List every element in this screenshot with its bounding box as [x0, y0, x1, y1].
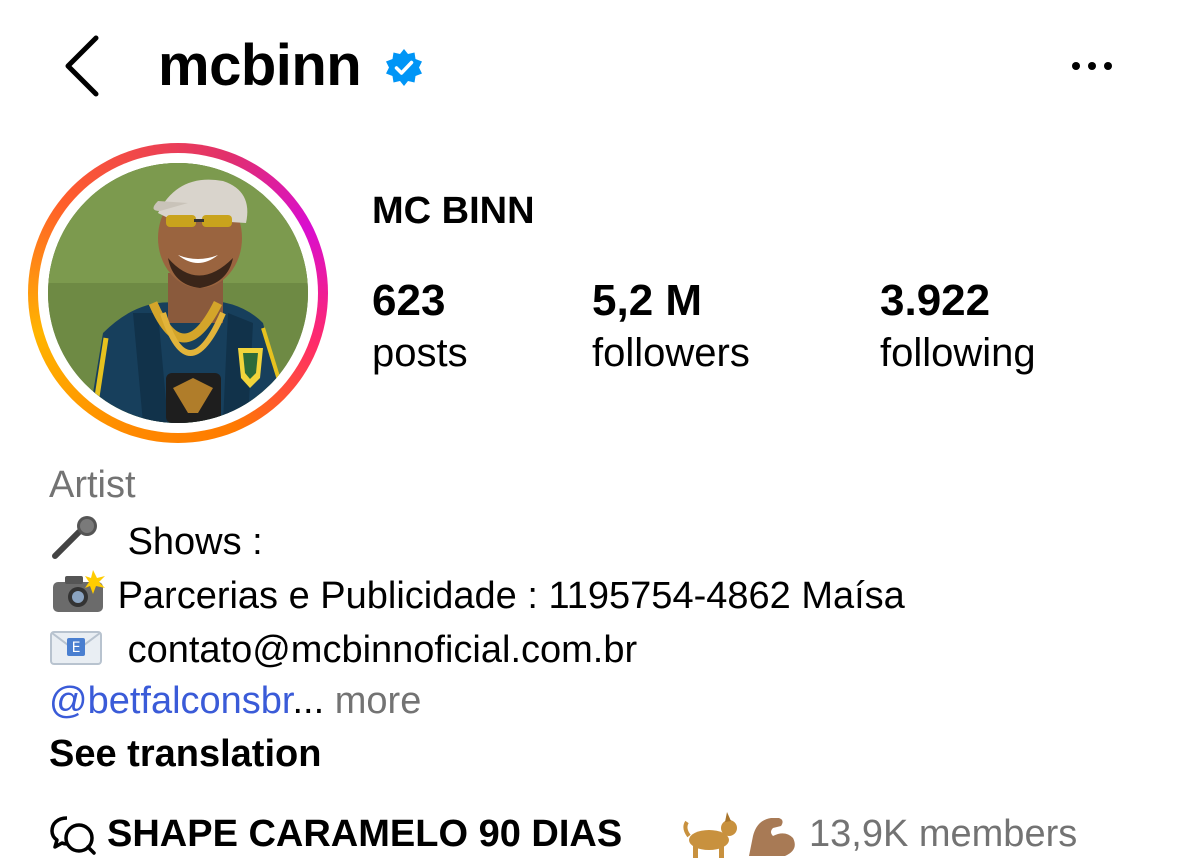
following-stat[interactable]: 3.922 following: [880, 275, 1036, 379]
following-label: following: [880, 331, 1036, 375]
channel-name: SHAPE CARAMELO 90 DIAS: [107, 813, 623, 855]
bio-partnerships-text: Parcerias e Publicidade : 1195754-4862 M…: [117, 575, 905, 617]
camera-flash-icon: [53, 570, 105, 612]
bio-email-link[interactable]: contato@mcbinnoficial.com.br: [128, 629, 638, 671]
bio-line-email: E contato@mcbinnoficial.com.br: [49, 624, 637, 673]
ellipsis-icon: [1072, 62, 1112, 70]
dog-icon: [683, 812, 737, 858]
profile-category: Artist: [49, 464, 136, 506]
bio-line-partnerships: Parcerias e Publicidade : 1195754-4862 M…: [49, 570, 905, 619]
see-translation-button[interactable]: See translation: [49, 731, 321, 777]
profile-username: mcbinn: [158, 33, 362, 98]
following-count: 3.922: [880, 276, 991, 325]
story-ring-avatar[interactable]: [28, 143, 328, 443]
channel-emojis: [683, 812, 795, 858]
broadcast-channel-icon: [50, 816, 96, 855]
more-options-button[interactable]: [1060, 48, 1124, 84]
mention-link[interactable]: @betfalconsbr: [49, 680, 293, 722]
posts-label: posts: [372, 331, 468, 375]
display-name: MC BINN: [372, 190, 535, 232]
microphone-icon: [52, 516, 97, 559]
followers-stat[interactable]: 5,2 M followers: [592, 275, 750, 379]
bio-ellipsis: ...: [292, 680, 325, 722]
bio-shows-text: Shows :: [127, 521, 263, 563]
email-icon: E: [50, 631, 102, 665]
profile-photo: [48, 163, 308, 423]
channel-member-count: 13,9K members: [809, 813, 1078, 855]
bio-line-shows: Shows :: [49, 516, 263, 565]
flexed-biceps-icon: [749, 818, 795, 856]
posts-stat[interactable]: 623 posts: [372, 275, 468, 379]
top-bar: mcbinn: [0, 0, 1179, 130]
posts-count: 623: [372, 276, 446, 325]
chevron-left-icon: [65, 35, 99, 97]
followers-count: 5,2 M: [592, 276, 703, 325]
back-button[interactable]: [56, 30, 116, 102]
avatar: [48, 163, 308, 423]
verified-badge-icon: [386, 49, 422, 86]
svg-text:E: E: [72, 640, 81, 656]
broadcast-channel-row[interactable]: SHAPE CARAMELO 90 DIAS 13,9K members: [49, 810, 1149, 860]
bio-line-mention: @betfalconsbr... more: [49, 678, 421, 724]
followers-label: followers: [592, 331, 750, 375]
bio-more-button[interactable]: more: [335, 680, 422, 722]
